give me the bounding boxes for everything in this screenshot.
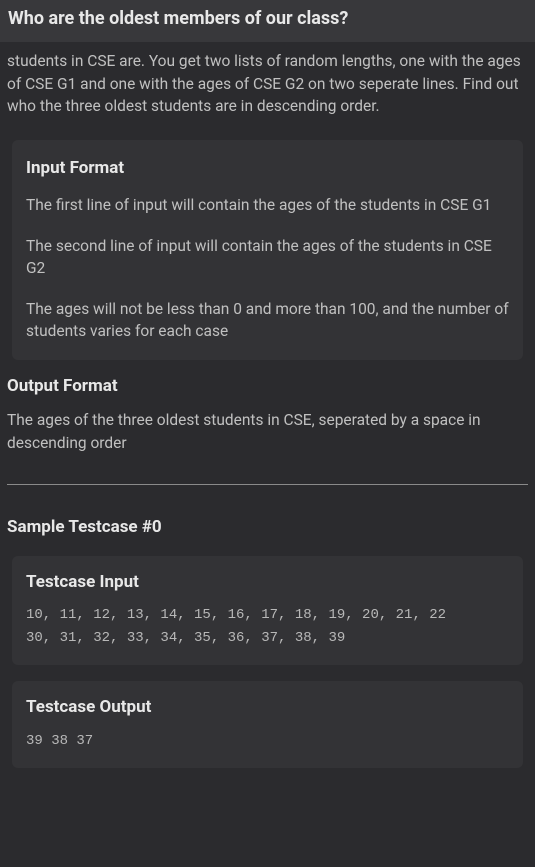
testcase-output-box: Testcase Output 39 38 37 [12, 681, 523, 768]
problem-content: students in CSE are. You get two lists o… [0, 42, 535, 804]
divider [7, 484, 528, 485]
testcase-input-box: Testcase Input 10, 11, 12, 13, 14, 15, 1… [12, 556, 523, 665]
input-format-section: Input Format The first line of input wil… [12, 140, 523, 361]
problem-intro: students in CSE are. You get two lists o… [4, 50, 531, 131]
title-bar: Who are the oldest members of our class? [0, 0, 535, 42]
input-format-line-2: The second line of input will contain th… [26, 235, 509, 280]
output-format-heading: Output Format [4, 374, 531, 409]
page-title: Who are the oldest members of our class? [8, 6, 527, 32]
sample-testcase-title: Sample Testcase #0 [4, 515, 531, 556]
output-format-desc: The ages of the three oldest students in… [4, 409, 531, 472]
testcase-input-heading: Testcase Input [26, 570, 509, 595]
input-format-heading: Input Format [26, 156, 509, 181]
testcase-output-heading: Testcase Output [26, 695, 509, 720]
testcase-output-code: 39 38 37 [26, 730, 509, 752]
input-format-line-3: The ages will not be less than 0 and mor… [26, 298, 509, 343]
testcase-input-code: 10, 11, 12, 13, 14, 15, 16, 17, 18, 19, … [26, 604, 509, 649]
input-format-line-1: The first line of input will contain the… [26, 194, 509, 216]
